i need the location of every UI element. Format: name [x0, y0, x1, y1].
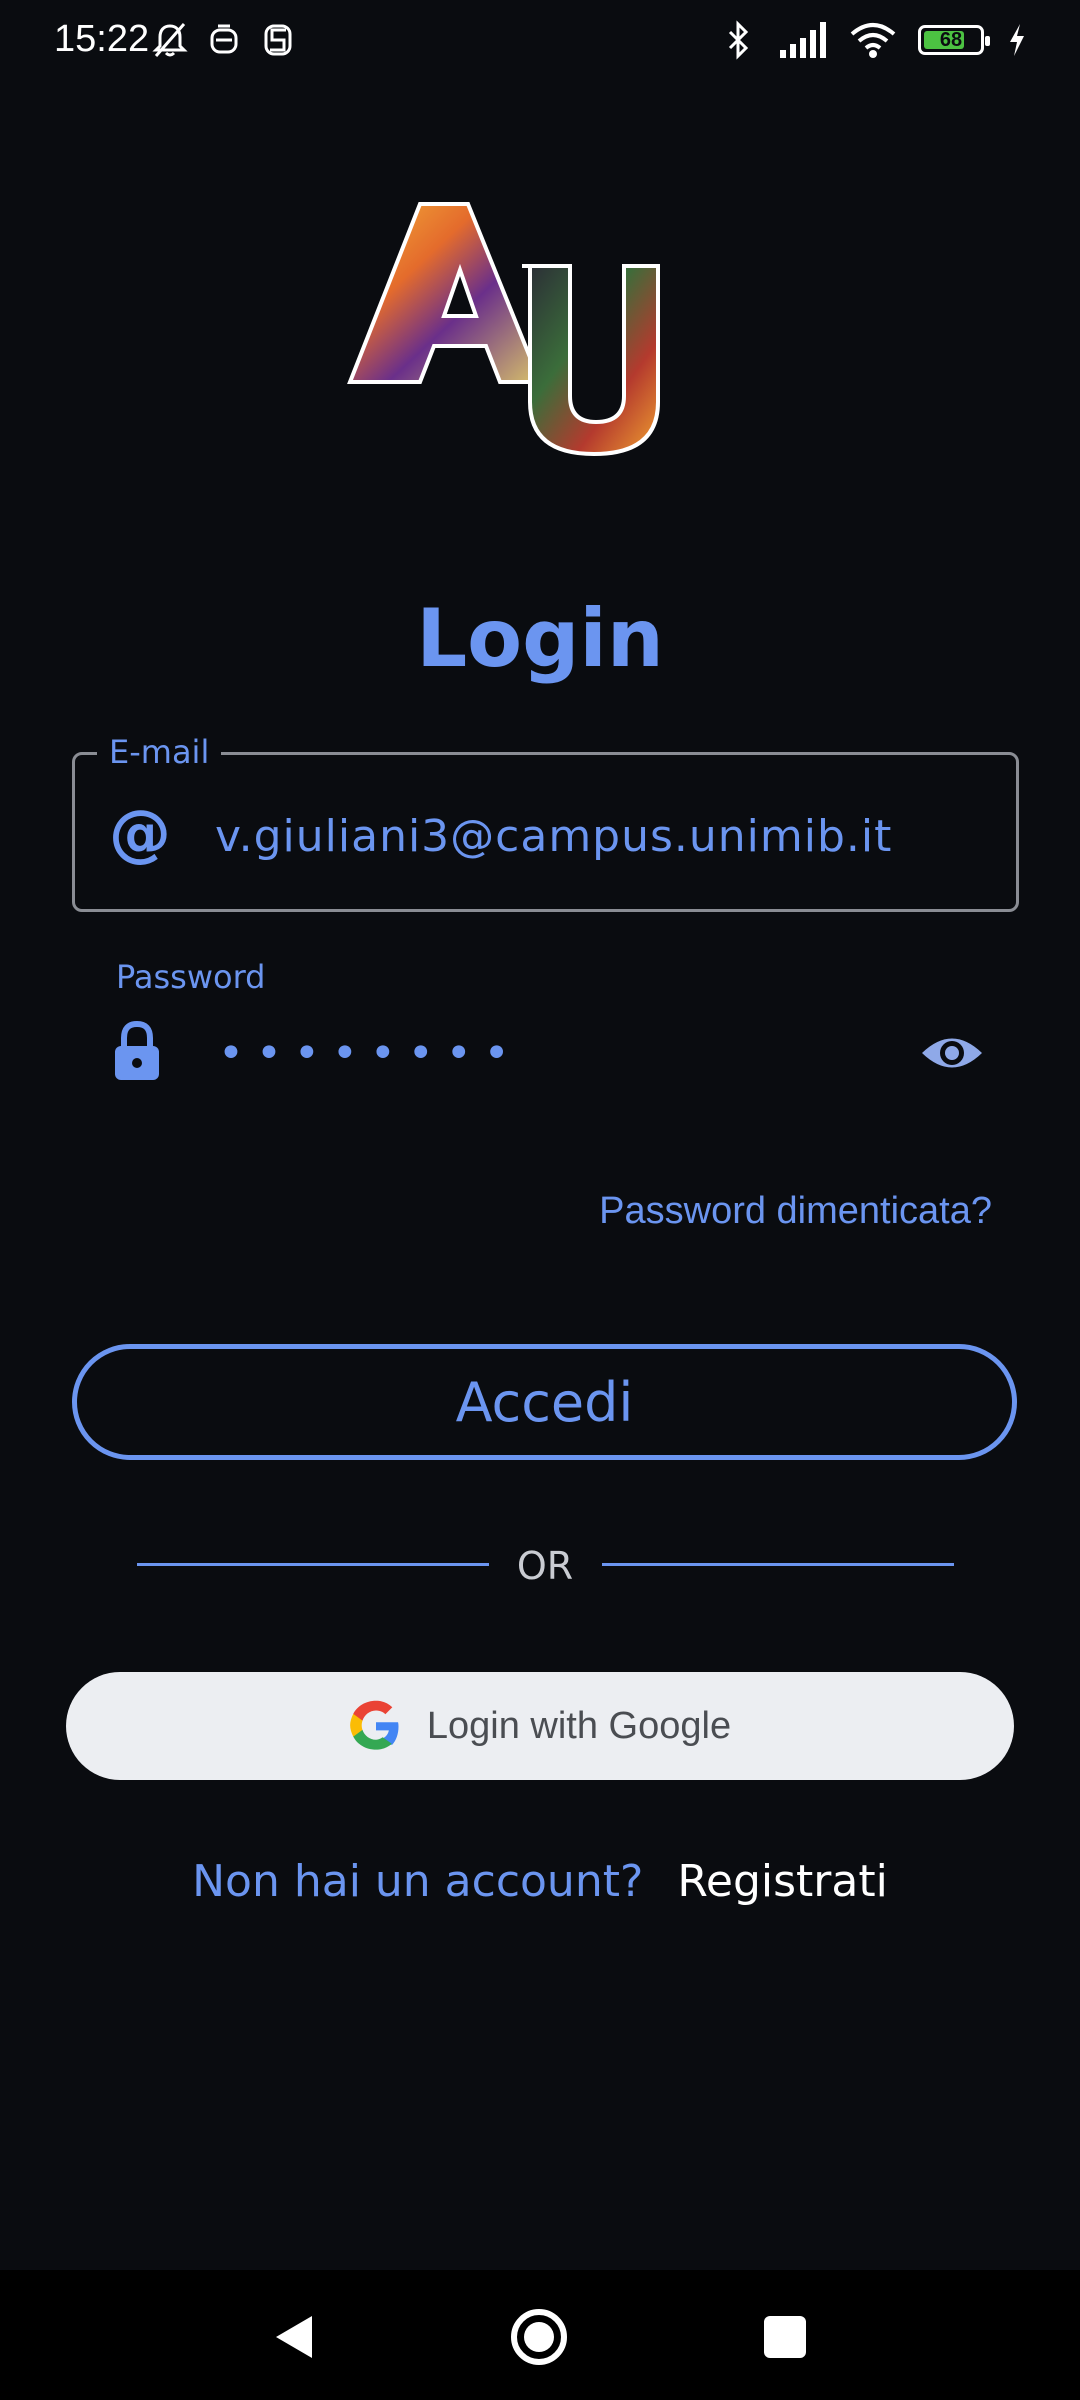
status-bar: 15:22 68: [0, 0, 1080, 84]
navigation-bar: [0, 2270, 1080, 2400]
wifi-icon: [850, 23, 896, 58]
password-input[interactable]: ••••••••: [218, 1028, 522, 1079]
status-left-icons: [152, 20, 296, 60]
notification-icon: [210, 24, 238, 54]
charging-icon: [1010, 24, 1024, 56]
recent-apps-icon[interactable]: [764, 2316, 806, 2358]
google-icon: [350, 1700, 399, 1750]
back-icon[interactable]: [270, 2312, 316, 2362]
status-right-icons: 68: [720, 20, 1028, 60]
battery-tip: [985, 36, 990, 46]
battery-level: 68: [939, 28, 963, 51]
no-account-text: Non hai un account?: [192, 1856, 644, 1907]
email-label: E-mail: [97, 733, 222, 771]
eye-icon[interactable]: [920, 1030, 984, 1076]
at-icon: @: [109, 796, 171, 869]
page-title: Login: [416, 592, 664, 685]
divider-line-right: [602, 1563, 954, 1566]
register-link[interactable]: Registrati: [677, 1856, 888, 1907]
signal-icon: [780, 22, 826, 58]
login-button[interactable]: Accedi: [72, 1344, 1017, 1460]
status-time: 15:22: [54, 18, 150, 60]
email-input[interactable]: v.giuliani3@campus.unimib.it: [215, 811, 892, 862]
notification-icon: [264, 24, 292, 56]
app-logo: [347, 202, 660, 457]
email-field[interactable]: E-mail @ v.giuliani3@campus.unimib.it: [72, 733, 1019, 912]
battery-icon: 68: [918, 25, 990, 55]
lock-icon: [115, 1020, 159, 1080]
register-row: Non hai un account? Registrati: [0, 1856, 1080, 1907]
home-icon[interactable]: [510, 2308, 568, 2366]
divider-text: OR: [516, 1544, 574, 1588]
divider-line-left: [137, 1563, 489, 1566]
forgot-password-link[interactable]: Password dimenticata?: [599, 1190, 992, 1233]
google-login-label: Login with Google: [426, 1704, 732, 1747]
password-label: Password: [116, 958, 266, 996]
google-login-button[interactable]: Login with Google: [66, 1672, 1014, 1780]
bluetooth-icon: [728, 20, 749, 60]
bell-off-icon: [152, 23, 188, 57]
